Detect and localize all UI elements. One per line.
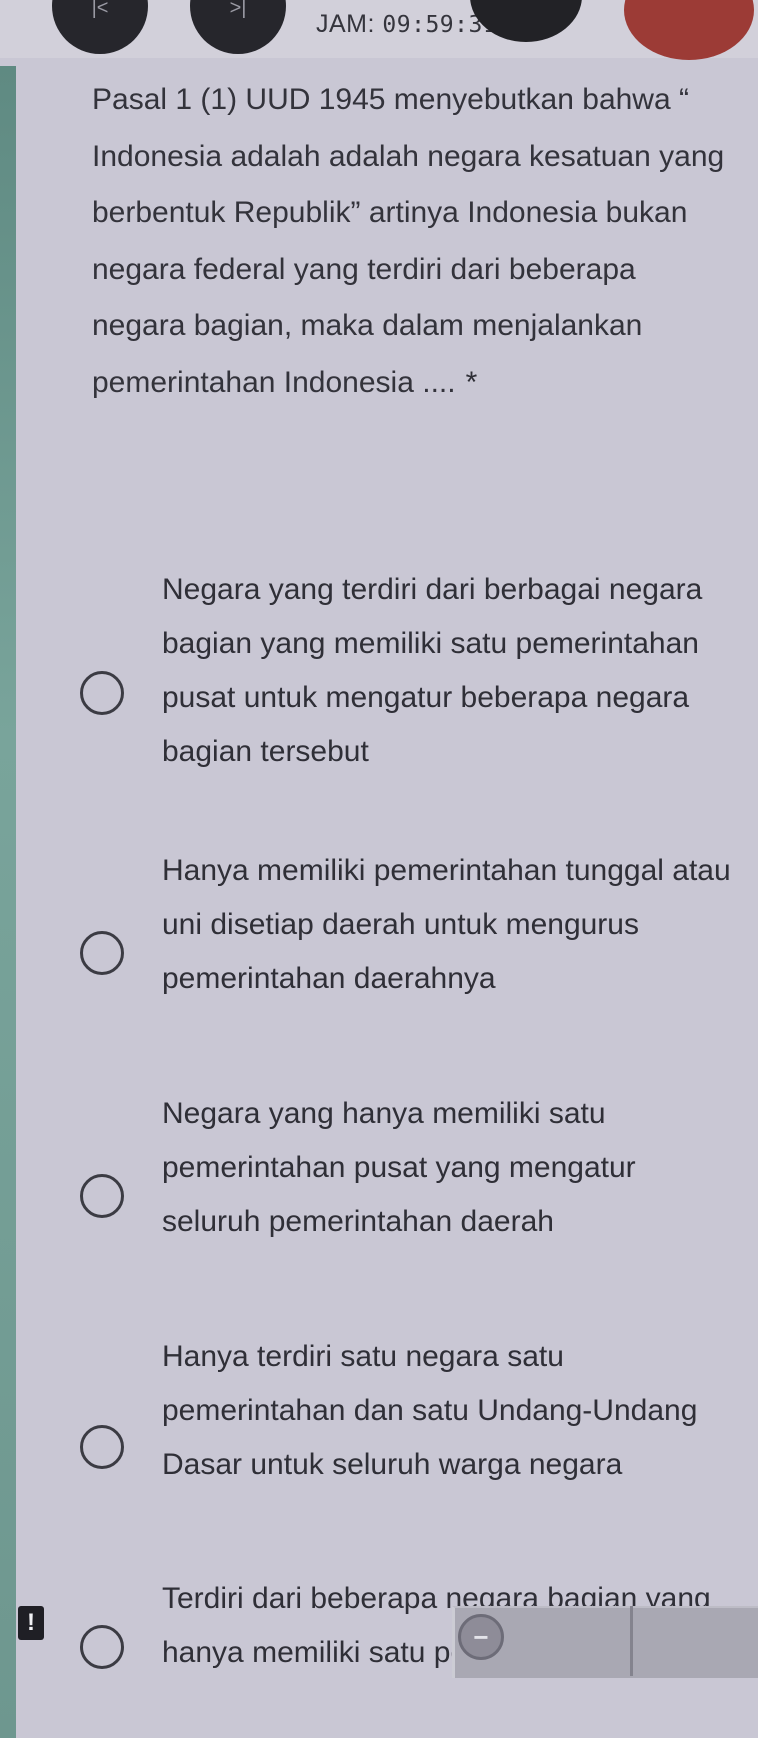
- minus-circle-icon[interactable]: −: [458, 1614, 504, 1660]
- option-label: Hanya terdiri satu negara satu pemerinta…: [162, 1340, 698, 1481]
- first-page-button[interactable]: |<: [52, 0, 148, 54]
- option-label: Negara yang hanya memiliki satu pemerint…: [162, 1097, 636, 1238]
- timer-label: JAM:: [316, 10, 375, 38]
- radio-button[interactable]: [80, 671, 124, 715]
- panel-divider: [630, 1606, 633, 1676]
- option-label: Hanya memiliki pemerintahan tunggal atau…: [162, 854, 731, 995]
- side-accent-stripe: [0, 66, 16, 1738]
- radio-button[interactable]: [80, 1625, 124, 1669]
- radio-button[interactable]: [80, 1425, 124, 1469]
- first-page-icon: |<: [91, 0, 109, 19]
- option-label: Negara yang terdiri dari berbagai negara…: [162, 573, 703, 768]
- question-body: Pasal 1 (1) UUD 1945 menyebutkan bahwa “…: [92, 83, 725, 399]
- radio-button[interactable]: [80, 931, 124, 975]
- radio-button[interactable]: [80, 1174, 124, 1218]
- last-page-button[interactable]: >|: [190, 0, 286, 54]
- exit-button[interactable]: ⇥: [624, 0, 754, 60]
- question-text: Pasal 1 (1) UUD 1945 menyebutkan bahwa “…: [92, 72, 732, 411]
- last-page-icon: >|: [229, 0, 247, 19]
- required-marker: *: [465, 365, 478, 399]
- alert-icon[interactable]: !: [18, 1606, 44, 1640]
- timer: JAM: 09:59:31: [316, 10, 497, 39]
- top-toolbar: |< >| JAM: 09:59:31 C ⇥: [0, 0, 758, 60]
